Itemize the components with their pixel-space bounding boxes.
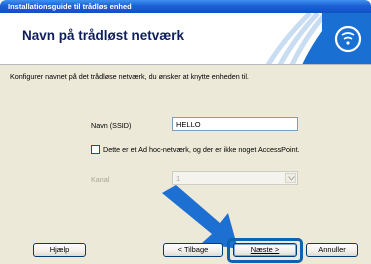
channel-label: Kanal <box>91 175 110 184</box>
dropdown-arrow-icon <box>288 176 295 181</box>
window-title: Installationsguide til trådløs enhed <box>8 2 132 11</box>
wireless-logo-icon <box>265 13 371 64</box>
back-button[interactable]: < Tilbage <box>163 243 223 257</box>
adhoc-checkbox-label: Dette er et Ad hoc-netværk, og der er ik… <box>103 145 300 154</box>
wizard-window: Installationsguide til trådløs enhed Nav… <box>0 0 371 264</box>
channel-dropdown-button[interactable] <box>285 173 296 183</box>
page-heading: Navn på trådløst netværk <box>22 28 185 43</box>
instruction-text: Konfigurer navnet på det trådløse netvær… <box>10 72 249 81</box>
help-button[interactable]: Hjælp <box>33 243 86 257</box>
title-bar[interactable]: Installationsguide til trådløs enhed <box>0 0 371 13</box>
adhoc-checkbox[interactable] <box>91 145 100 154</box>
back-button-label: < Tilbage <box>177 245 209 254</box>
ssid-label: Navn (SSID) <box>91 121 132 130</box>
cancel-button-label: Annuller <box>318 245 346 254</box>
header-banner: Navn på trådløst netværk <box>0 13 371 65</box>
help-button-label: Hjælp <box>49 245 70 254</box>
cancel-button[interactable]: Annuller <box>306 243 358 257</box>
channel-value: 1 <box>176 174 181 183</box>
ssid-input[interactable]: HELLO <box>172 117 298 131</box>
ssid-value: HELLO <box>176 120 201 129</box>
adhoc-option[interactable]: Dette er et Ad hoc-netværk, og der er ik… <box>91 145 300 154</box>
next-button[interactable]: Næste > <box>233 243 297 257</box>
next-button-label: Næste > <box>250 245 280 254</box>
